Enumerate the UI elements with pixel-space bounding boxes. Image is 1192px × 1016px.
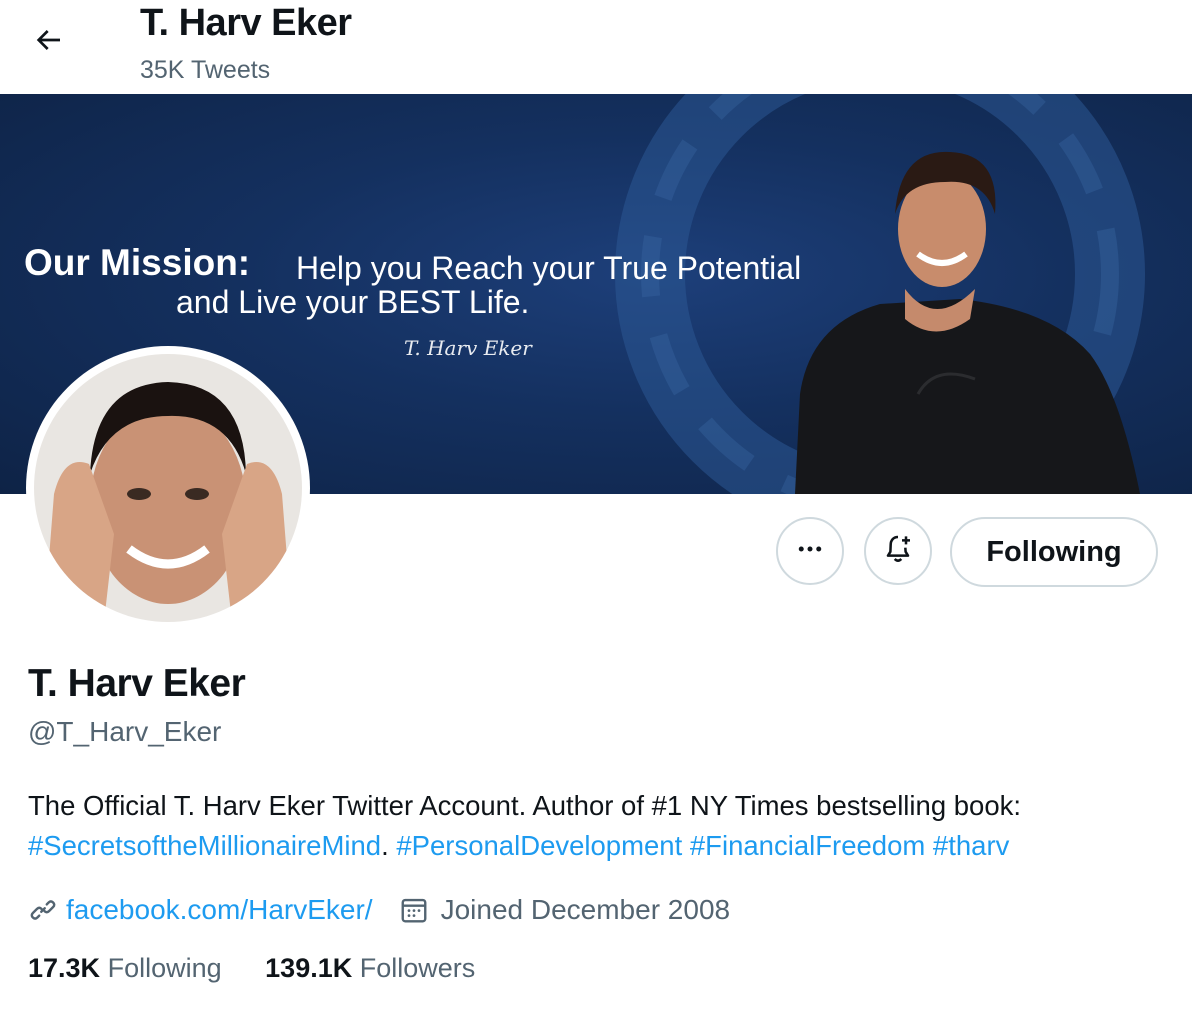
following-count: 17.3K: [28, 953, 101, 983]
followers-count: 139.1K: [265, 953, 353, 983]
following-label: Following: [107, 953, 222, 983]
arrow-left-icon: [32, 24, 64, 61]
profile-stats: 17.3K Following 139.1K Followers: [28, 953, 475, 984]
following-count-link[interactable]: 17.3K Following: [28, 953, 222, 983]
bio-separator: .: [381, 830, 389, 861]
link-icon: [28, 895, 58, 925]
more-options-button[interactable]: [776, 517, 844, 585]
header-tweet-count: 35K Tweets: [140, 56, 271, 84]
hashtag-link[interactable]: #SecretsoftheMillionaireMind: [28, 830, 381, 861]
more-horizontal-icon: [795, 534, 825, 569]
hashtag-link[interactable]: #FinancialFreedom: [690, 830, 925, 861]
header-title: T. Harv Eker: [140, 2, 352, 44]
banner-mission-line2: and Live your BEST Life.: [176, 284, 530, 320]
joined-date: Joined December 2008: [440, 894, 731, 925]
notifications-button[interactable]: [864, 517, 932, 585]
following-button[interactable]: Following: [950, 517, 1158, 587]
banner-signature: T. Harv Eker: [404, 336, 532, 360]
banner-mission-text: Help you Reach your True Potential: [296, 250, 802, 286]
top-bar: T. Harv Eker 35K Tweets: [0, 0, 1192, 94]
banner-mission-bold: Our Mission:: [24, 242, 251, 283]
bio-text: The Official T. Harv Eker Twitter Accoun…: [28, 790, 1022, 821]
followers-count-link[interactable]: 139.1K Followers: [265, 953, 475, 983]
hashtag-link[interactable]: #tharv: [933, 830, 1009, 861]
followers-label: Followers: [359, 953, 476, 983]
back-button[interactable]: [26, 22, 70, 62]
profile-meta: facebook.com/HarvEker/ Joined December 2…: [28, 888, 730, 932]
avatar-photo: [34, 354, 302, 622]
website-link[interactable]: facebook.com/HarvEker/: [66, 894, 373, 926]
profile-handle: @T_Harv_Eker: [28, 716, 222, 747]
calendar-icon: [399, 895, 429, 925]
profile-bio: The Official T. Harv Eker Twitter Accoun…: [28, 786, 1178, 866]
profile-avatar[interactable]: [26, 346, 310, 630]
bell-plus-icon: [882, 533, 914, 570]
hashtag-link[interactable]: #PersonalDevelopment: [396, 830, 682, 861]
profile-name: T. Harv Eker: [28, 662, 246, 705]
